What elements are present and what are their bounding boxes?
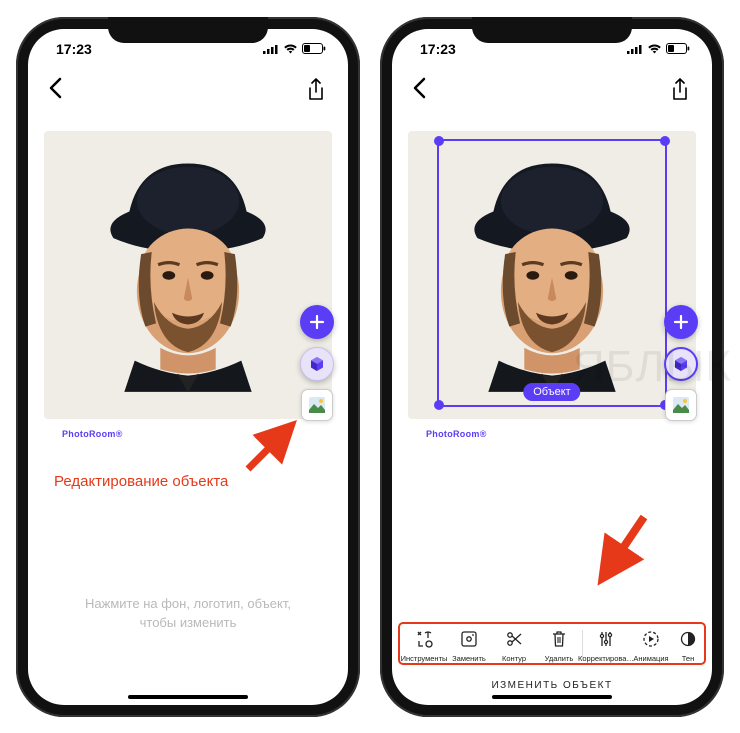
subject-portrait[interactable] (81, 136, 294, 392)
screen-left: 17:23 (28, 29, 348, 705)
canvas-side-buttons (300, 305, 334, 421)
tool-label: Тен (682, 654, 694, 663)
canvas-area: PhotoRoom® (44, 131, 332, 439)
battery-icon (666, 43, 690, 54)
object-layer-button[interactable] (300, 347, 334, 381)
annotation-arrow (582, 507, 662, 597)
notch (472, 17, 632, 43)
share-button[interactable] (670, 78, 692, 104)
brand-label: PhotoRoom® (62, 429, 332, 439)
animation-icon (640, 628, 662, 650)
object-tag: Объект (523, 383, 580, 401)
object-toolbar-highlight: Инструменты Заменить Контур (398, 622, 706, 665)
tool-label: Корректирова… (578, 654, 634, 663)
resize-handle-bl[interactable] (434, 400, 444, 410)
screen-right: 17:23 (392, 29, 712, 705)
tool-label: Инструменты (401, 654, 448, 663)
object-layer-button[interactable] (664, 347, 698, 381)
background-layer-button[interactable] (665, 389, 697, 421)
tool-instruments[interactable]: Инструменты (402, 628, 446, 663)
add-layer-button[interactable] (664, 305, 698, 339)
share-button[interactable] (306, 78, 328, 104)
shadow-icon (677, 628, 699, 650)
background-layer-button[interactable] (301, 389, 333, 421)
replace-icon (458, 628, 480, 650)
canvas-area: Объект PhotoRoom® (408, 131, 696, 439)
signal-icon (627, 44, 643, 54)
resize-handle-tr[interactable] (660, 136, 670, 146)
back-button[interactable] (48, 75, 62, 106)
scissors-icon (503, 628, 525, 650)
resize-handle-tl[interactable] (434, 136, 444, 146)
status-time: 17:23 (56, 41, 92, 57)
tool-label: Заменить (452, 654, 486, 663)
editor-canvas[interactable] (44, 131, 332, 419)
sliders-icon (595, 628, 617, 650)
tool-label: Контур (502, 654, 526, 663)
signal-icon (263, 44, 279, 54)
tool-label: Удалить (545, 654, 574, 663)
wifi-icon (283, 43, 298, 54)
add-layer-button[interactable] (300, 305, 334, 339)
tool-adjust[interactable]: Корректирова… (584, 628, 628, 663)
status-icons (263, 43, 326, 54)
phone-frame-left: 17:23 (16, 17, 360, 717)
tools-icon (413, 628, 435, 650)
object-toolbar: Инструменты Заменить Контур (402, 628, 702, 663)
top-bar (392, 69, 712, 113)
toolbar-section-title: ИЗМЕНИТЬ ОБЪЕКТ (392, 680, 712, 691)
status-icons (627, 43, 690, 54)
selection-bounding-box[interactable]: Объект (437, 139, 667, 407)
tool-label: Анимация (633, 654, 668, 663)
phone-frame-right: 17:23 (380, 17, 724, 717)
notch (108, 17, 268, 43)
battery-icon (302, 43, 326, 54)
back-button[interactable] (412, 75, 426, 106)
annotation-text: Редактирование объекта (54, 473, 348, 490)
status-time: 17:23 (420, 41, 456, 57)
tool-delete[interactable]: Удалить (537, 628, 581, 663)
canvas-side-buttons (664, 305, 698, 421)
editor-canvas[interactable]: Объект (408, 131, 696, 419)
top-bar (28, 69, 348, 113)
tool-animation[interactable]: Анимация (629, 628, 673, 663)
tool-replace[interactable]: Заменить (447, 628, 491, 663)
tool-outline[interactable]: Контур (492, 628, 536, 663)
home-indicator[interactable] (492, 695, 612, 699)
hint-text: Нажмите на фон, логотип, объект, чтобы и… (28, 594, 348, 633)
home-indicator[interactable] (128, 695, 248, 699)
wifi-icon (647, 43, 662, 54)
tool-shadow[interactable]: Тен (674, 628, 702, 663)
brand-label: PhotoRoom® (426, 429, 696, 439)
trash-icon (548, 628, 570, 650)
